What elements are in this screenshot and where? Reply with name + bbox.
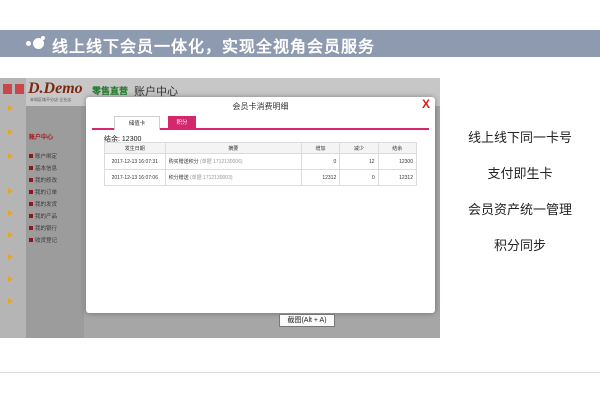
side-tab[interactable]	[3, 84, 12, 94]
table-row[interactable]: 2017-12-13 16:07:06 积分赠送 (单据 1712130003)…	[104, 169, 418, 186]
sidebar-item[interactable]: 我的发货	[29, 200, 57, 208]
sidebar-item[interactable]: 收货登记	[29, 236, 57, 244]
cell-increase: 12312	[300, 169, 341, 186]
brand-logo: D.Demo	[28, 80, 83, 97]
side-tab[interactable]	[15, 84, 24, 94]
arrow-icon	[8, 210, 13, 216]
cell-decrease: 0	[339, 169, 379, 186]
column-header-increase: 增加	[300, 142, 341, 154]
cell-decrease: 12	[339, 153, 379, 170]
sidebar-item[interactable]: 账户绑定	[29, 152, 57, 160]
left-strip	[0, 78, 26, 338]
sidebar-heading: 账户中心	[29, 135, 54, 141]
dots-icon	[26, 36, 48, 52]
table-header-row: 发生日期 摘要 增加 减少 结余	[104, 142, 418, 154]
cell-balance: 12300	[377, 153, 418, 170]
feature-item: 线上线下同一卡号	[467, 130, 572, 145]
tab-bar: 储值卡 积分	[92, 116, 429, 130]
arrow-icon	[8, 298, 13, 304]
arrow-icon	[8, 232, 13, 238]
column-header-summary: 摘要	[164, 142, 302, 154]
cell-increase: 0	[300, 153, 341, 170]
feature-item: 积分同步	[493, 238, 546, 253]
table-row[interactable]: 2017-12-13 16:07:31 购买赠送积分 (单据 171213000…	[104, 153, 418, 170]
tab-points[interactable]: 积分	[168, 116, 196, 130]
screenshot-shortcut-tooltip: 截图(Alt + A)	[279, 314, 335, 327]
points-ledger-table: 发生日期 摘要 增加 减少 结余 2017-12-13 16:07:31 购买赠…	[104, 142, 418, 186]
close-icon[interactable]: X	[422, 97, 430, 111]
column-header-date: 发生日期	[104, 142, 166, 154]
arrow-icon	[8, 254, 13, 260]
sidebar-item[interactable]: 我的产品	[29, 212, 57, 220]
banner-title: 线上线下会员一体化，实现全视角会员服务	[52, 39, 376, 56]
sidebar-item[interactable]: 基本信息	[29, 164, 57, 172]
sidebar-item[interactable]: 我的银行	[29, 224, 57, 232]
tab-stored-value-card[interactable]: 储值卡	[114, 116, 160, 130]
dialog-title: 会员卡消费明细	[232, 102, 289, 111]
feature-item: 支付即生卡	[487, 166, 553, 181]
arrow-icon	[8, 276, 13, 282]
sidebar-item[interactable]: 我的订单	[29, 188, 57, 196]
cell-date: 2017-12-13 16:07:06	[104, 169, 166, 186]
cell-summary: 积分赠送 (单据 1712130003)	[164, 169, 302, 186]
retail-label: 零售直营	[92, 86, 129, 96]
logo-subtitle: 未知区域不分店·企业店	[30, 97, 72, 102]
sidebar-item[interactable]: 我的修改	[29, 176, 57, 184]
column-header-decrease: 减少	[339, 142, 379, 154]
cell-date: 2017-12-13 16:07:31	[104, 153, 166, 170]
arrow-icon	[8, 188, 13, 194]
header-banner: 线上线下会员一体化，实现全视角会员服务	[0, 30, 600, 57]
cell-balance: 12312	[377, 169, 418, 186]
divider	[0, 372, 600, 373]
consumption-detail-dialog: 会员卡消费明细 X 储值卡 积分 结余: 12300 发生日期 摘要 增加 减少…	[86, 97, 435, 313]
arrow-icon	[8, 129, 13, 135]
cell-summary: 购买赠送积分 (单据 1712130006)	[164, 153, 302, 170]
feature-item: 会员资产统一管理	[467, 202, 572, 217]
column-header-balance: 结余	[377, 142, 418, 154]
arrow-icon	[8, 153, 13, 159]
sidebar: 账户中心 账户绑定 基本信息 我的修改 我的订单 我的发货 我的产品 我的银行 …	[26, 106, 84, 338]
arrow-icon	[8, 105, 13, 111]
